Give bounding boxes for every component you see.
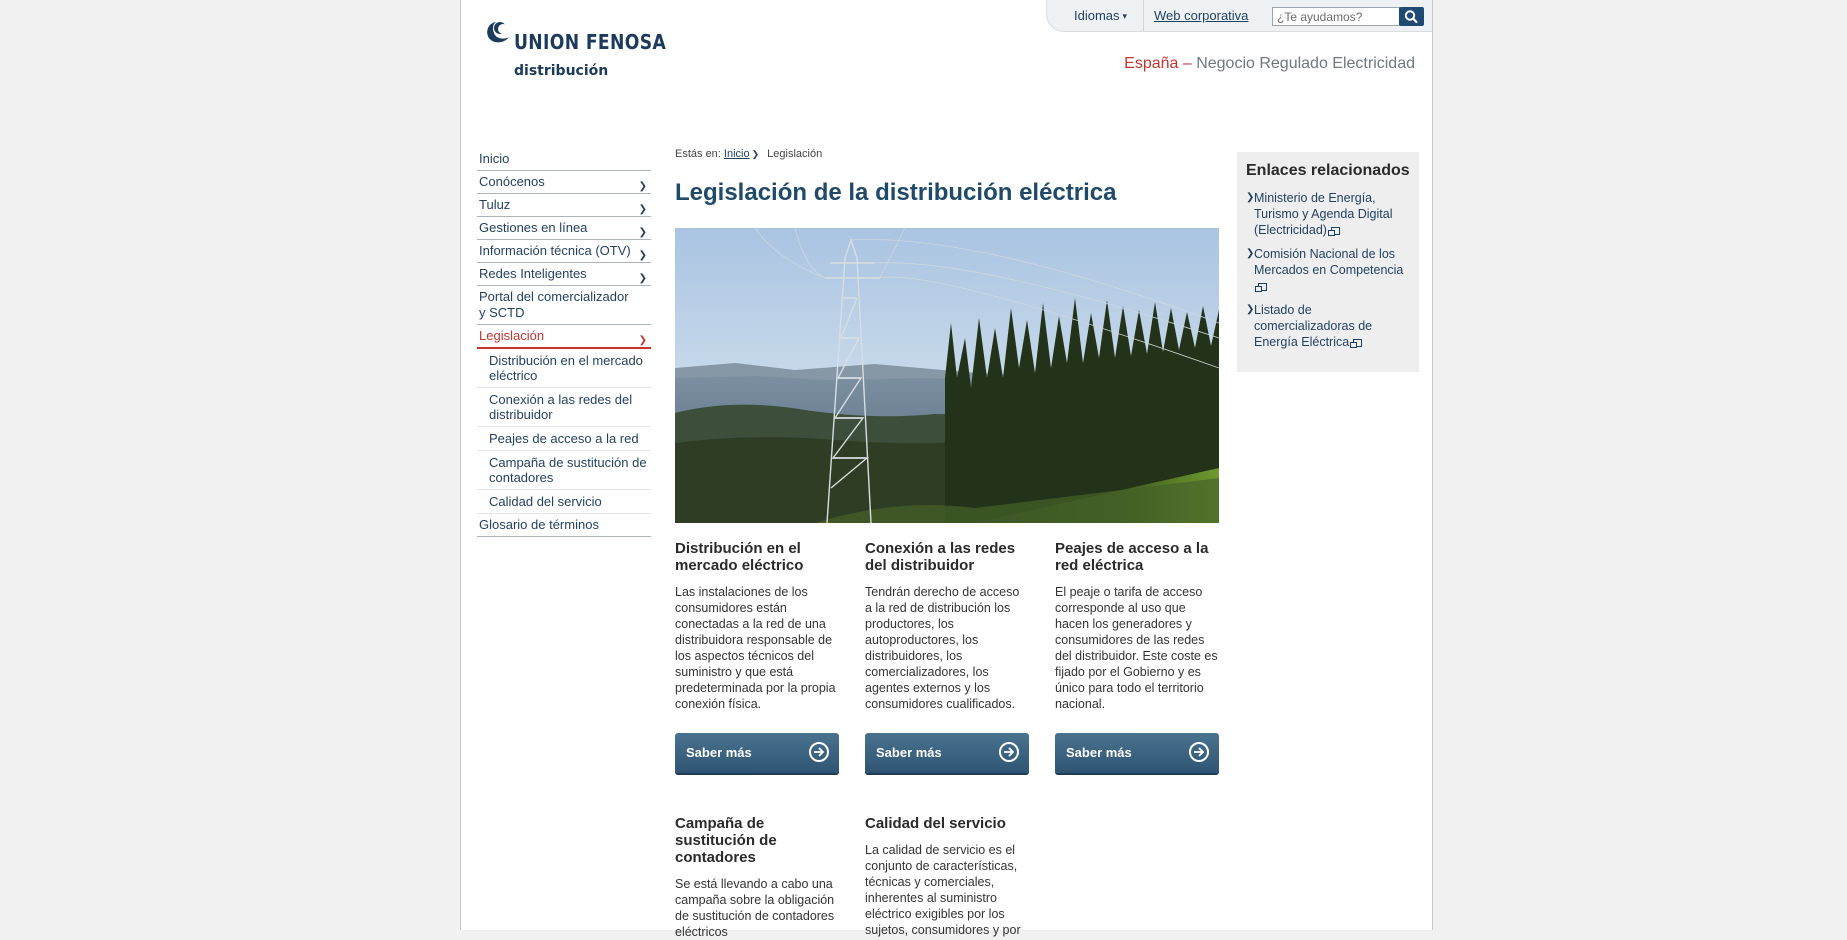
external-link-icon [1327,227,1340,236]
country-link[interactable]: España [1124,55,1178,72]
button-label: Saber más [1066,745,1132,760]
page-container: UNION FENOSA distribución Idiomas ▾ Web c… [460,0,1433,939]
logo-mark-icon [487,22,509,43]
sidebar-item-legislacion[interactable]: Legislación ❯ [477,325,651,349]
arrow-right-circle-icon [999,742,1019,762]
external-link-icon [1350,339,1363,348]
search-input[interactable] [1273,8,1399,26]
sidebar-item-label: Tuluz [479,197,511,212]
sidebar-item-label: Inicio [479,151,510,166]
card-peajes: Peajes de acceso a la red eléctrica El p… [1055,540,1219,712]
sidebar-item-label: Glosario de términos [479,517,599,532]
card-title: Distribución en el mercado eléctrico [675,540,804,574]
sidebar-subitem-peajes[interactable]: Peajes de acceso a la red [477,427,651,451]
card-text: Se está llevando a cabo una campaña sobr… [675,877,835,939]
sidebar-subitem-conexion[interactable]: Conexión a las redes del distribuidor [477,388,651,427]
card-distribucion: Distribución en el mercado eléctrico Las… [675,540,839,712]
sidebar-item-glosario[interactable]: Glosario de términos [477,514,651,537]
languages-label: Idiomas [1074,8,1120,23]
sidebar-subitem-campana[interactable]: Campaña de sustitución de contadores [477,451,651,490]
external-link-icon [1255,283,1267,292]
breadcrumb-current: Legislación [767,148,823,160]
tagline-dash: – [1178,55,1197,72]
sidebar-item-conocenos[interactable]: Conócenos ❯ [477,171,651,194]
sidebar-item-label: Redes Inteligentes [479,266,587,281]
top-utility-bar: Idiomas ▾ Web corporativa [1046,0,1432,32]
chevron-right-icon: ❯ [638,273,647,284]
arrow-right-circle-icon [1189,742,1209,762]
card-title: Calidad del servicio [865,815,1006,832]
sidebar-item-label: Información técnica (OTV) [479,243,631,258]
brand-name: UNION FENOSA [514,30,667,54]
card-title: Conexión a las redes del distribuidor [865,540,1016,574]
related-links-title: Enlaces relacionados [1246,162,1410,179]
chevron-right-icon: ❯ [1246,192,1255,203]
chevron-right-icon: ❯ [638,181,647,192]
sidebar-item-portal-comercializador[interactable]: Portal del comercializador y SCTD [477,286,651,325]
sidebar-item-inicio[interactable]: Inicio [477,148,651,171]
chevron-down-icon: ▾ [1122,11,1128,21]
card-calidad: Calidad del servicio La calidad de servi… [865,815,1029,938]
card-text: Las instalaciones de los consumidores es… [675,585,836,711]
chevron-right-icon: ❯ [1246,248,1255,259]
site-tagline: España – Negocio Regulado Electricidad [1124,55,1415,73]
related-link-label: Comisión Nacional de los Mercados en Com… [1254,247,1404,277]
saber-mas-button-distribucion[interactable]: Saber más [675,733,839,773]
sidebar-item-label: Conócenos [479,174,545,189]
related-link-ministerio[interactable]: ❯ Ministerio de Energía, Turismo y Agenda… [1246,190,1410,238]
sidebar-subitem-distribucion[interactable]: Distribución en el mercado eléctrico [477,349,651,388]
card-conexion: Conexión a las redes del distribuidor Te… [865,540,1029,712]
card-text: La calidad de servicio es el conjunto de… [865,843,1021,937]
card-title: Peajes de acceso a la red eléctrica [1055,540,1209,574]
related-links-box: Enlaces relacionados ❯ Ministerio de Ener… [1237,152,1419,372]
business-label: Negocio Regulado Electricidad [1196,55,1415,72]
sidebar-item-tuluz[interactable]: Tuluz ❯ [477,194,651,217]
card-title: Campaña de sustitución de contadores [675,815,777,866]
related-link-cnmc[interactable]: ❯ Comisión Nacional de los Mercados en Co… [1246,246,1410,294]
card-campana: Campaña de sustitución de contadores Se … [675,815,839,940]
main-content: Estás en: Inicio ❯ Legislación Legislación… [675,148,1219,939]
sidebar-item-redes-inteligentes[interactable]: Redes Inteligentes ❯ [477,263,651,286]
sidebar-item-label: Legislación [479,328,545,343]
related-link-comercializadoras[interactable]: ❯ Listado de comercializadoras de Energía… [1246,302,1410,350]
breadcrumb: Estás en: Inicio ❯ Legislación [675,148,1219,164]
chevron-right-icon: ❯ [1246,304,1255,315]
saber-mas-button-peajes[interactable]: Saber más [1055,733,1219,773]
breadcrumb-home-link[interactable]: Inicio [724,148,750,160]
sidebar-item-informacion-tecnica[interactable]: Información técnica (OTV) ❯ [477,240,651,263]
corporate-web-link[interactable]: Web corporativa [1154,8,1248,23]
search-box [1272,7,1400,26]
chevron-right-icon: ❯ [638,227,647,238]
card-text: El peaje o tarifa de acceso corresponde … [1055,585,1218,711]
page-title: Legislación de la distribución eléctrica [675,179,1117,206]
brand-subtitle: distribución [514,63,609,79]
card-text: Tendrán derecho de acceso a la red de di… [865,585,1020,711]
languages-dropdown[interactable]: Idiomas ▾ [1074,8,1127,23]
search-icon [1404,10,1418,24]
button-label: Saber más [686,745,752,760]
breadcrumb-prefix: Estás en: [675,148,721,160]
saber-mas-button-conexion[interactable]: Saber más [865,733,1029,773]
search-button[interactable] [1399,7,1424,26]
chevron-right-icon: ❯ [638,250,647,261]
hero-image [675,228,1219,523]
sidebar-subitem-calidad[interactable]: Calidad del servicio [477,490,651,514]
related-link-label: Ministerio de Energía, Turismo y Agenda … [1254,191,1393,237]
chevron-right-icon: ❯ [751,149,760,159]
sidebar-item-label: Gestiones en línea [479,220,588,235]
topbar-divider [1143,0,1144,31]
chevron-right-icon: ❯ [638,204,647,215]
sidebar-item-gestiones[interactable]: Gestiones en línea ❯ [477,217,651,240]
button-label: Saber más [876,745,942,760]
arrow-right-circle-icon [809,742,829,762]
sidebar-nav: Inicio Conócenos ❯ Tuluz ❯ Gestiones en lí… [477,148,651,537]
sidebar-item-label: Portal del comercializador y SCTD [479,289,629,320]
chevron-down-icon: ❯ [638,335,647,346]
